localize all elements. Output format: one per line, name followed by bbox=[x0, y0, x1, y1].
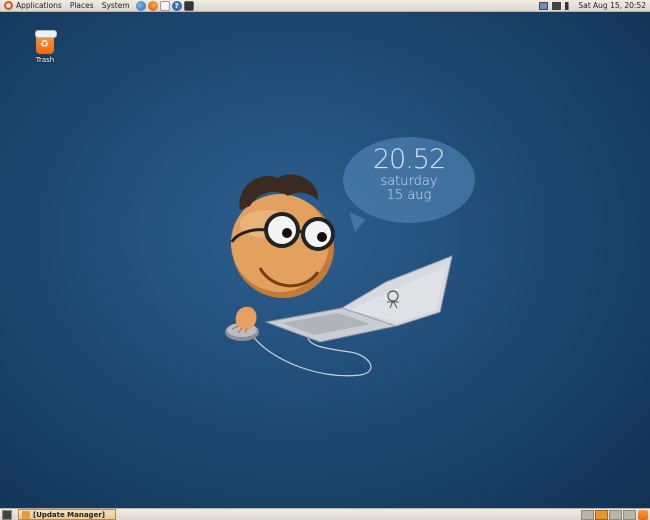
left-pupil bbox=[282, 228, 292, 238]
workspace-3[interactable] bbox=[609, 509, 622, 520]
workspace-4[interactable] bbox=[623, 509, 636, 520]
volume-icon[interactable] bbox=[565, 1, 575, 10]
system-menu[interactable]: System bbox=[98, 0, 134, 12]
top-panel: Applications Places System ? Sat Aug 15,… bbox=[0, 0, 650, 12]
taskbar-button-label: [Update Manager] bbox=[33, 510, 105, 519]
right-pupil bbox=[317, 232, 327, 242]
desktop-icon-label: Trash bbox=[35, 56, 55, 64]
system-menu-label: System bbox=[101, 1, 130, 10]
network-icon[interactable] bbox=[539, 1, 549, 10]
update-manager-icon bbox=[22, 510, 30, 519]
web-browser-icon[interactable] bbox=[135, 0, 146, 11]
mouse-cable bbox=[251, 334, 372, 377]
places-menu[interactable]: Places bbox=[66, 0, 98, 12]
bottom-panel: [Update Manager] bbox=[0, 508, 650, 520]
applications-menu-label: Applications bbox=[16, 1, 62, 10]
launchers: ? bbox=[135, 0, 194, 11]
left-lens bbox=[264, 212, 300, 248]
show-desktop-icon[interactable] bbox=[2, 509, 12, 520]
wallpaper-art: 20.52 saturday 15 aug bbox=[200, 130, 500, 390]
mail-icon[interactable] bbox=[159, 0, 170, 11]
ubuntu-logo-icon bbox=[4, 1, 13, 10]
help-icon[interactable]: ? bbox=[171, 0, 182, 11]
workspace-2[interactable] bbox=[595, 509, 608, 520]
taskbar-button-update-manager[interactable]: [Update Manager] bbox=[18, 509, 116, 520]
glasses-bridge bbox=[297, 229, 304, 234]
applications-menu[interactable]: Applications bbox=[0, 0, 66, 12]
workspace-switcher bbox=[581, 509, 636, 520]
places-menu-label: Places bbox=[69, 1, 94, 10]
terminal-icon[interactable] bbox=[183, 0, 194, 11]
workspace-1[interactable] bbox=[581, 509, 594, 520]
battery-icon[interactable] bbox=[552, 1, 562, 10]
system-tray: Sat Aug 15, 20:52 bbox=[539, 1, 650, 10]
trash-applet-icon[interactable] bbox=[638, 509, 648, 520]
trash-icon bbox=[35, 30, 57, 54]
clock[interactable]: Sat Aug 15, 20:52 bbox=[578, 1, 646, 10]
firefox-icon[interactable] bbox=[147, 0, 158, 11]
mascot-illustration bbox=[225, 174, 453, 377]
desktop-icon-trash[interactable]: Trash bbox=[28, 30, 62, 64]
